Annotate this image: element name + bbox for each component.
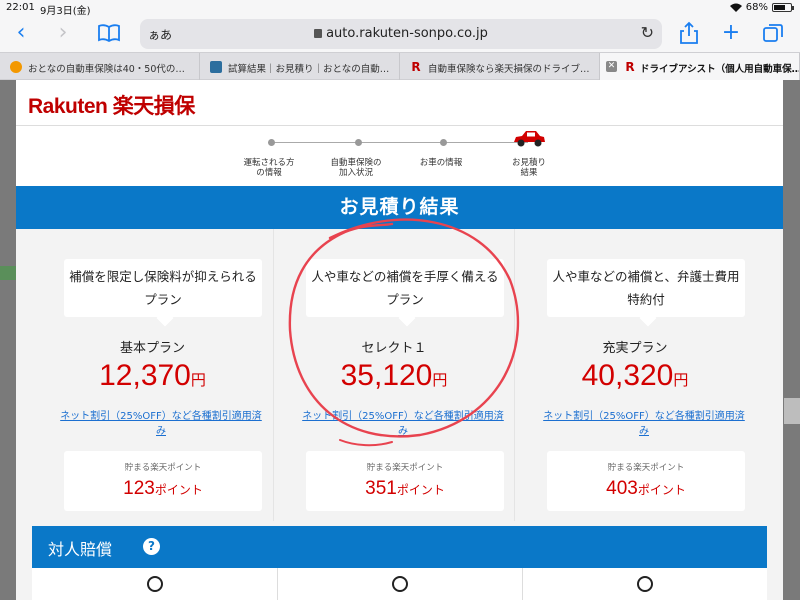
tab-4-active[interactable]: ✕ R ドライブアシスト（個人用自動車保… <box>600 53 800 80</box>
status-date: 9月3日(金) <box>40 6 91 17</box>
coverage-section-header: 対人賠償 ? <box>32 526 767 568</box>
lock-icon <box>314 29 323 38</box>
included-circle-icon <box>637 576 653 592</box>
share-icon[interactable] <box>676 20 702 46</box>
tab-1[interactable]: おとなの自動車保険は40・50代の… <box>0 53 200 80</box>
points-box: 貯まる楽天ポイント 403ポイント <box>547 451 745 511</box>
progress-steps: 運転される方 の情報 自動車保険の 加入状況 お車の情報 お見積り 結果 <box>16 126 783 186</box>
help-icon[interactable]: ? <box>143 538 160 555</box>
points-box: 貯まる楽天ポイント 351ポイント <box>306 451 504 511</box>
browser-toolbar: ‹ › ぁあ auto.rakuten-sonpo.co.jp ↻ + <box>0 16 800 52</box>
plan-name: 基本プラン <box>119 341 185 356</box>
result-banner: お見積り結果 <box>16 186 783 229</box>
url-text: auto.rakuten-sonpo.co.jp <box>326 26 488 41</box>
bookmarks-icon[interactable] <box>96 20 122 46</box>
step-dot-2 <box>355 139 362 146</box>
discount-link[interactable]: ネット割引（25%OFF）など各種割引適用済み <box>50 409 272 439</box>
points-value: 123ポイント <box>123 478 203 499</box>
back-icon[interactable]: ‹ <box>8 20 34 46</box>
battery-percent: 68% <box>745 2 768 13</box>
wifi-icon <box>729 3 742 12</box>
site-header: Rakuten 楽天損保 <box>16 80 783 126</box>
points-label: 貯まる楽天ポイント <box>124 463 202 473</box>
left-edge-handle <box>0 266 16 280</box>
plan-card-basic[interactable]: 補償を限定し保険料が抑えられる プラン 基本プラン 12,370円 ネット割引（2… <box>32 229 273 521</box>
url-display: auto.rakuten-sonpo.co.jp <box>140 26 662 41</box>
included-circle-icon <box>392 576 408 592</box>
tab-2[interactable]: 試算結果｜お見積り｜おとなの自動… <box>200 53 400 80</box>
tab-title: 自動車保険なら楽天損保のドライブ… <box>428 64 590 75</box>
battery-fill <box>774 5 785 10</box>
favicon-icon <box>210 61 222 73</box>
reload-icon[interactable]: ↻ <box>641 23 654 42</box>
close-tab-icon[interactable]: ✕ <box>606 61 617 72</box>
tab-3[interactable]: R 自動車保険なら楽天損保のドライブ… <box>400 53 600 80</box>
plan-description: 人や車などの補償と、弁護士費用 特約付 <box>547 259 745 317</box>
tab-title: 試算結果｜お見積り｜おとなの自動… <box>228 64 390 75</box>
plan-card-premium[interactable]: 人や車などの補償と、弁護士費用 特約付 充実プラン 40,320円 ネット割引（2… <box>514 229 755 521</box>
car-icon <box>514 131 545 147</box>
address-bar[interactable]: ぁあ auto.rakuten-sonpo.co.jp ↻ <box>140 19 662 49</box>
points-label: 貯まる楽天ポイント <box>607 463 685 473</box>
step-dot-3 <box>440 139 447 146</box>
discount-link[interactable]: ネット割引（25%OFF）など各種割引適用済み <box>292 409 514 439</box>
plan-description: 補償を限定し保険料が抑えられる プラン <box>64 259 262 317</box>
forward-icon[interactable]: › <box>50 20 76 46</box>
coverage-cell <box>277 568 522 600</box>
plan-price: 40,320円 <box>581 359 689 392</box>
plan-description: 人や車などの補償を手厚く備える プラン <box>306 259 504 317</box>
plan-name: 充実プラン <box>602 341 668 356</box>
coverage-cell <box>32 568 277 600</box>
favicon-icon <box>10 61 22 73</box>
rakuten-favicon-icon: R <box>411 60 421 74</box>
tab-title: おとなの自動車保険は40・50代の… <box>28 64 185 75</box>
step-label-3: お車の情報 <box>419 158 463 168</box>
step-label-2: 自動車保険の 加入状況 <box>330 158 382 178</box>
logo-kanji: 楽天損保 <box>112 95 196 118</box>
logo-latin: Rakuten <box>28 95 108 118</box>
plan-card-select1[interactable]: 人や車などの補償を手厚く備える プラン セレクト１ 35,120円 ネット割引（2… <box>273 229 514 521</box>
status-time: 22:01 <box>6 2 35 13</box>
web-page: Rakuten 楽天損保 運転される方 の情報 自動車保険の 加入状況 お車の情報 … <box>16 80 783 600</box>
step-line <box>268 142 528 143</box>
plan-price: 12,370円 <box>99 359 206 392</box>
points-value: 403ポイント <box>606 478 686 499</box>
discount-link[interactable]: ネット割引（25%OFF）など各種割引適用済み <box>533 409 755 439</box>
tabs-overview-icon[interactable] <box>760 20 786 46</box>
plan-name: セレクト１ <box>361 341 427 356</box>
battery-icon <box>772 3 794 12</box>
rakuten-logo[interactable]: Rakuten 楽天損保 <box>28 90 195 120</box>
points-label: 貯まる楽天ポイント <box>366 463 444 473</box>
points-value: 351ポイント <box>365 478 445 499</box>
step-label-1: 運転される方 の情報 <box>243 158 295 178</box>
coverage-row <box>32 568 767 600</box>
right-edge-handle <box>784 398 800 424</box>
plan-price: 35,120円 <box>340 359 448 392</box>
section-title: 対人賠償 <box>48 540 113 559</box>
coverage-cell <box>522 568 767 600</box>
step-dot-1 <box>268 139 275 146</box>
plan-columns: 補償を限定し保険料が抑えられる プラン 基本プラン 12,370円 ネット割引（2… <box>16 229 783 521</box>
status-bar: 22:01 9月3日(金) 68% <box>0 0 800 17</box>
status-right: 68% <box>729 2 794 13</box>
tab-bar: おとなの自動車保険は40・50代の… 試算結果｜お見積り｜おとなの自動… R 自… <box>0 52 800 80</box>
tab-title: ドライブアシスト（個人用自動車保… <box>640 64 800 75</box>
included-circle-icon <box>146 576 163 592</box>
rakuten-favicon-icon: R <box>625 60 635 74</box>
points-box: 貯まる楽天ポイント 123ポイント <box>64 451 262 511</box>
new-tab-icon[interactable]: + <box>718 20 744 46</box>
step-label-4: お見積り 結果 <box>511 158 546 178</box>
